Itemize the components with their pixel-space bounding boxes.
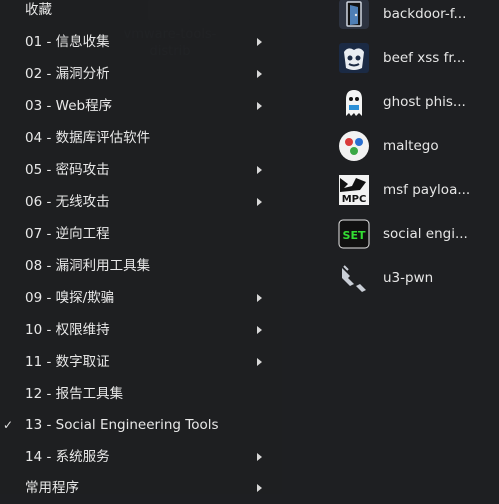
app-label: social engi... <box>383 226 468 242</box>
submenu-arrow-icon <box>257 198 262 206</box>
beef-xss-icon <box>339 43 369 73</box>
check-mark-icon: ✓ <box>3 418 14 432</box>
app-item[interactable]: ghost phis... <box>338 86 499 122</box>
submenu-arrow-icon <box>257 453 262 461</box>
menu-item-label: 05 - 密码攻击 <box>25 162 110 178</box>
set-icon: SET <box>338 219 370 249</box>
menu-item-label: 06 - 无线攻击 <box>25 194 110 210</box>
menu-item-12[interactable]: 12 - 报告工具集 <box>0 378 282 410</box>
app-item[interactable]: beef xss fr... <box>338 42 499 78</box>
menu-item-10[interactable]: 10 - 权限维持 <box>0 314 282 346</box>
menu-item-label: 11 - 数字取证 <box>25 354 110 370</box>
submenu-arrow-icon <box>257 484 262 492</box>
menu-item-label: 04 - 数据库评估软件 <box>25 130 151 146</box>
menu-item-07[interactable]: 07 - 逆向工程 <box>0 218 282 250</box>
menu-item-01[interactable]: 01 - 信息收集 <box>0 26 282 58</box>
menu-item-label: 09 - 嗅探/欺骗 <box>25 290 115 306</box>
mpc-icon-text: MPC <box>342 194 367 205</box>
submenu-arrow-icon <box>257 38 262 46</box>
app-item[interactable]: MPC msf payloa... <box>338 174 499 210</box>
menu-item-02[interactable]: 02 - 漏洞分析 <box>0 58 282 90</box>
menu-item-label: 01 - 信息收集 <box>25 34 110 50</box>
menu-item-label: 常用程序 <box>25 480 79 496</box>
menu-item-label: 收藏 <box>25 2 52 18</box>
menu-item-label: 03 - Web程序 <box>25 98 113 114</box>
app-label: maltego <box>383 138 439 154</box>
submenu-arrow-icon <box>257 166 262 174</box>
menu-item-09[interactable]: 09 - 嗅探/欺骗 <box>0 282 282 314</box>
ghost-phisher-icon <box>346 90 362 116</box>
submenu-arrow-icon <box>257 70 262 78</box>
menu-item-label: 14 - 系统服务 <box>25 449 110 465</box>
app-item[interactable]: backdoor-f... <box>338 0 499 34</box>
menu-item-08[interactable]: 08 - 漏洞利用工具集 <box>0 250 282 282</box>
menu-item-03[interactable]: 03 - Web程序 <box>0 90 282 122</box>
menu-item-label: 08 - 漏洞利用工具集 <box>25 258 151 274</box>
app-item[interactable]: maltego <box>338 130 499 166</box>
menu-item-label: 12 - 报告工具集 <box>25 386 124 402</box>
app-item[interactable]: SET social engi... <box>338 218 499 254</box>
app-label: msf payloa... <box>383 182 471 198</box>
set-icon-text: SET <box>343 229 366 242</box>
maltego-icon <box>339 131 369 161</box>
submenu-arrow-icon <box>257 102 262 110</box>
menu-item-favorites[interactable]: 收藏 <box>0 0 282 26</box>
category-menu: 收藏 01 - 信息收集 02 - 漏洞分析 03 - Web程序 04 - 数… <box>0 0 282 496</box>
menu-item-label: 02 - 漏洞分析 <box>25 66 110 82</box>
app-label: backdoor-f... <box>383 6 467 22</box>
menu-item-common[interactable]: 常用程序 <box>0 472 282 504</box>
menu-item-11[interactable]: 11 - 数字取证 <box>0 346 282 378</box>
msf-payload-creator-icon: MPC <box>339 175 369 205</box>
submenu-arrow-icon <box>257 326 262 334</box>
menu-item-13[interactable]: ✓ 13 - Social Engineering Tools <box>0 409 282 441</box>
menu-item-label: 13 - Social Engineering Tools <box>25 417 219 433</box>
u3-pwn-icon <box>342 265 366 292</box>
backdoor-factory-icon <box>339 0 369 29</box>
app-label: beef xss fr... <box>383 50 466 66</box>
menu-item-05[interactable]: 05 - 密码攻击 <box>0 154 282 186</box>
menu-item-label: 07 - 逆向工程 <box>25 226 110 242</box>
submenu-arrow-icon <box>257 294 262 302</box>
app-item[interactable]: u3-pwn <box>338 262 499 298</box>
menu-item-14[interactable]: 14 - 系统服务 <box>0 441 282 473</box>
menu-item-06[interactable]: 06 - 无线攻击 <box>0 186 282 218</box>
app-label: ghost phis... <box>383 94 466 110</box>
menu-item-label: 10 - 权限维持 <box>25 322 110 338</box>
submenu-arrow-icon <box>257 358 262 366</box>
submenu-apps: backdoor-f... beef xss fr... ghost phis.… <box>282 0 499 494</box>
app-label: u3-pwn <box>383 270 434 286</box>
menu-item-04[interactable]: 04 - 数据库评估软件 <box>0 122 282 154</box>
